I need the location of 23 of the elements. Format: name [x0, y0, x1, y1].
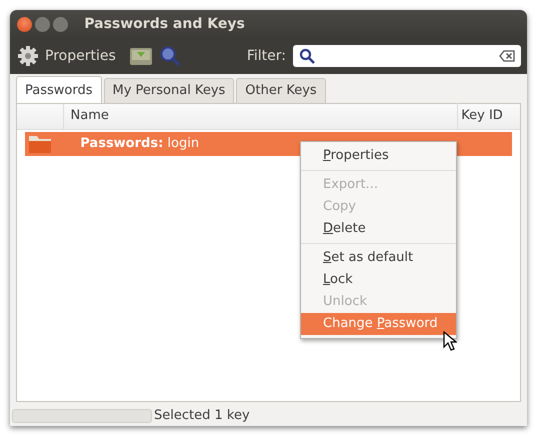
- window-title: Passwords and Keys: [84, 14, 245, 34]
- tab[interactable]: Other Keys: [236, 78, 326, 102]
- minimize-button[interactable]: [34, 16, 50, 32]
- column-header: Key ID: [460, 107, 504, 126]
- tab[interactable]: Passwords: [16, 76, 102, 102]
- search-icon: [298, 48, 314, 64]
- menu-item[interactable]: Lock: [301, 269, 456, 291]
- import-button[interactable]: [128, 45, 153, 67]
- search-button[interactable]: [159, 45, 182, 67]
- close-button[interactable]: [16, 16, 32, 32]
- filter-label: Filter:: [246, 46, 286, 66]
- status-text: Selected 1 key: [154, 407, 250, 426]
- tab[interactable]: My Personal Keys: [104, 78, 234, 102]
- menu-item[interactable]: Delete: [301, 218, 456, 240]
- menu-item[interactable]: Set as default: [301, 247, 456, 269]
- folder-icon: [28, 134, 52, 154]
- gear-icon: [16, 45, 38, 67]
- maximize-button[interactable]: [53, 16, 68, 32]
- column-header: Name: [64, 103, 458, 129]
- filter-field[interactable]: [292, 45, 520, 67]
- row-name: Passwords: login: [80, 134, 200, 153]
- clear-icon[interactable]: [498, 50, 514, 62]
- properties-button[interactable]: Properties: [16, 45, 116, 67]
